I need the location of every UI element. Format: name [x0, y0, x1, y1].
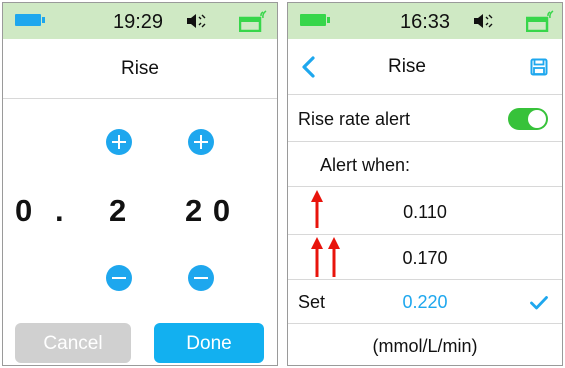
status-time: 16:33 [400, 11, 451, 33]
status-bar: 19:29 [3, 3, 277, 39]
rise-rate-alert-label: Rise rate alert [298, 109, 411, 129]
title-bar: Rise [288, 39, 562, 95]
rise-settings-screen: 16:33 Rise Rise rate alert Alert when: 0… [287, 2, 563, 366]
digit-units: 0 [15, 193, 34, 228]
phone-connected-icon [526, 10, 554, 32]
status-time: 19:29 [113, 11, 164, 33]
speaker-muted-icon [474, 14, 493, 28]
alert-when-row: Alert when: [288, 142, 562, 187]
set-row[interactable]: Set 0.220 [288, 280, 562, 324]
single-arrow-threshold: 0.110 [403, 202, 447, 222]
decimal-point: . [55, 193, 65, 228]
rise-rate-alert-row: Rise rate alert [288, 96, 562, 142]
checkmark-icon [530, 296, 548, 310]
status-bar: 16:33 [288, 3, 562, 39]
page-title: Rise [387, 56, 426, 77]
alert-when-label: Alert when: [320, 155, 411, 175]
rise-rate-alert-toggle[interactable] [508, 108, 548, 130]
page-title: Rise [120, 58, 159, 79]
single-arrow-row[interactable]: 0.110 [288, 187, 562, 235]
rise-edit-screen: 19:29 Rise 0 . 2 2 0 Cancel Done [2, 2, 278, 366]
decrease-hundredths-button[interactable] [188, 265, 214, 291]
digit-tenths: 2 [109, 193, 128, 228]
cancel-button[interactable]: Cancel [15, 323, 131, 363]
battery-icon [300, 14, 330, 26]
done-button[interactable]: Done [154, 323, 264, 363]
digit-hundredths: 2 0 [185, 193, 232, 228]
speaker-muted-icon [187, 14, 206, 28]
double-arrow-row[interactable]: 0.170 [288, 235, 562, 280]
unit-label: (mmol/L/min) [372, 336, 478, 356]
double-arrow-threshold: 0.170 [402, 248, 448, 268]
title-bar: Rise [3, 39, 277, 99]
increase-tenths-button[interactable] [106, 129, 132, 155]
set-value: 0.220 [402, 292, 448, 312]
battery-icon [15, 14, 45, 26]
save-icon[interactable] [530, 58, 548, 76]
increase-hundredths-button[interactable] [188, 129, 214, 155]
decrease-tenths-button[interactable] [106, 265, 132, 291]
phone-connected-icon [239, 10, 267, 32]
